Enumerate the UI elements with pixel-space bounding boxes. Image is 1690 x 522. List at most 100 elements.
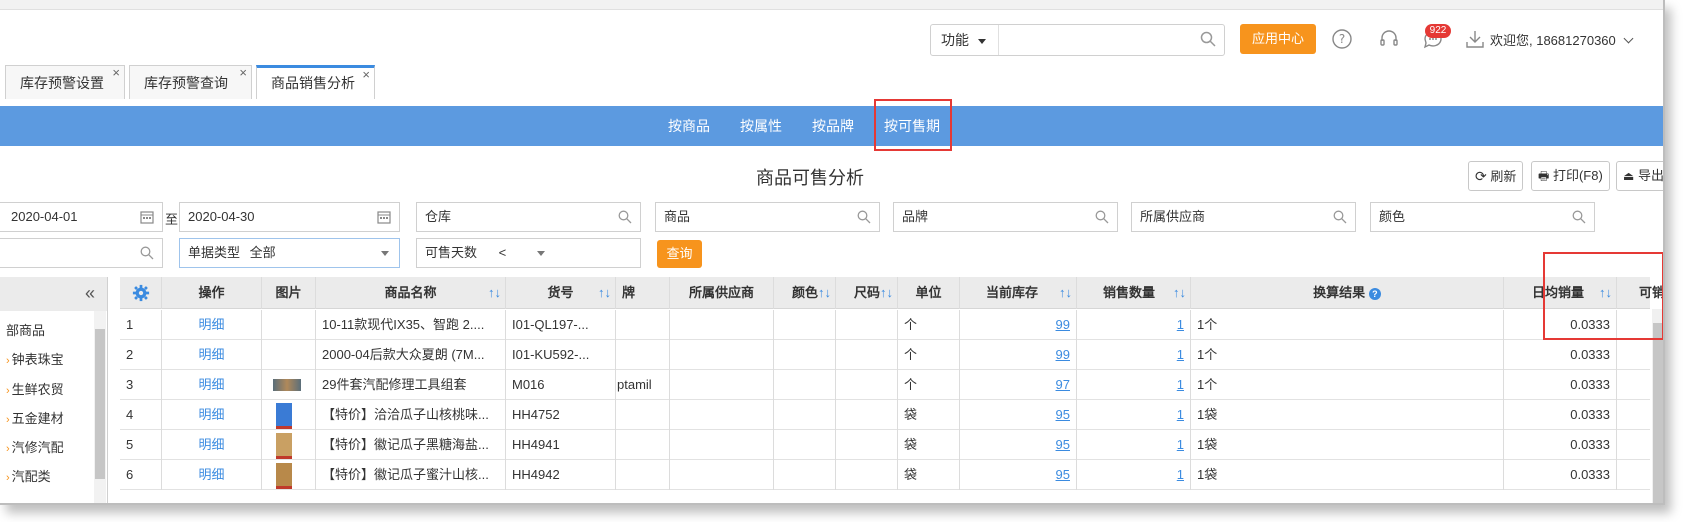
- export-button[interactable]: ⏏ 导出: [1616, 161, 1663, 191]
- function-search-box[interactable]: 功能: [930, 24, 1225, 56]
- brand-field[interactable]: 品牌: [893, 202, 1118, 232]
- table-row[interactable]: 6明细【特价】徽记瓜子蜜汁山核...HH4942袋9511袋0.03332850: [120, 460, 1650, 490]
- sidebar-item-fresh[interactable]: › 生鲜农贸: [6, 379, 64, 398]
- scrollbar-thumb[interactable]: [95, 329, 105, 479]
- close-icon[interactable]: ×: [239, 56, 247, 90]
- sales-qty-link[interactable]: 1: [1077, 460, 1191, 490]
- stock-link[interactable]: 95: [960, 400, 1077, 430]
- product-placeholder: 商品: [664, 209, 691, 224]
- detail-link[interactable]: 明细: [162, 460, 262, 490]
- sales-qty-link[interactable]: 1: [1077, 310, 1191, 340]
- sale-days-field[interactable]: 可售天数 <: [416, 238, 641, 268]
- app-center-button[interactable]: 应用中心: [1240, 24, 1316, 54]
- cell-conv: 1个: [1191, 370, 1504, 400]
- warehouse-field[interactable]: 仓库: [416, 202, 641, 232]
- col-stock[interactable]: 当前库存 ↑↓: [960, 277, 1077, 309]
- search-icon[interactable]: [1095, 210, 1109, 224]
- close-icon[interactable]: ×: [362, 60, 370, 90]
- detail-link[interactable]: 明细: [162, 310, 262, 340]
- table-row[interactable]: 1 明细 10-11款现代IX35、智跑 2.... I01-QL197-... 个 99…: [120, 310, 1650, 340]
- print-button[interactable]: 🖶 打印(F8): [1531, 161, 1610, 191]
- sidebar-item-auto-repair[interactable]: › 汽修汽配: [6, 437, 64, 456]
- search-icon[interactable]: [1572, 210, 1586, 224]
- col-color[interactable]: 颜色 ↑↓: [774, 277, 836, 309]
- sort-icon[interactable]: ↑↓: [488, 277, 501, 309]
- sort-icon[interactable]: ↑↓: [1173, 277, 1186, 309]
- sales-qty-link[interactable]: 1: [1077, 340, 1191, 370]
- stock-link[interactable]: 95: [960, 460, 1077, 490]
- sales-qty-link[interactable]: 1: [1077, 400, 1191, 430]
- search-icon[interactable]: [618, 210, 632, 224]
- table-row[interactable]: 4明细【特价】洽洽瓜子山核桃味...HH4752袋9511袋0.03332850: [120, 400, 1650, 430]
- calendar-icon[interactable]: [377, 210, 391, 224]
- product-thumbnail[interactable]: [276, 433, 292, 459]
- close-icon[interactable]: ×: [112, 56, 120, 90]
- sale-days-operator[interactable]: <: [499, 245, 507, 260]
- download-icon[interactable]: [1464, 28, 1486, 50]
- sort-icon[interactable]: ↑↓: [818, 277, 831, 309]
- sidebar-item-all-products[interactable]: 部商品: [6, 320, 45, 339]
- col-sales-qty[interactable]: 销售数量 ↑↓: [1077, 277, 1191, 309]
- sort-icon[interactable]: ↑↓: [1059, 277, 1072, 309]
- search-icon[interactable]: [140, 246, 154, 260]
- color-field[interactable]: 颜色: [1370, 202, 1595, 232]
- cell-size: [836, 340, 898, 370]
- supplier-field[interactable]: 所属供应商: [1131, 202, 1356, 232]
- keyword-field[interactable]: [0, 238, 163, 268]
- date-to-field[interactable]: 2020-04-30: [179, 202, 400, 232]
- tab-sales-analysis[interactable]: 商品销售分析 ×: [256, 65, 375, 99]
- calendar-icon[interactable]: [140, 210, 154, 224]
- stock-link[interactable]: 97: [960, 370, 1077, 400]
- detail-link[interactable]: 明细: [162, 430, 262, 460]
- table-row[interactable]: 2 明细 2000-04后款大众夏朗 (7M... I01-KU592-... 个 99 1…: [120, 340, 1650, 370]
- stock-link[interactable]: 99: [960, 340, 1077, 370]
- function-dropdown[interactable]: 功能: [931, 25, 999, 55]
- nav-by-brand[interactable]: 按品牌: [812, 106, 854, 146]
- nav-by-attribute[interactable]: 按属性: [740, 106, 782, 146]
- refresh-button[interactable]: ⟳ 刷新: [1468, 161, 1524, 191]
- stock-link[interactable]: 99: [960, 310, 1077, 340]
- tab-stock-warning-query[interactable]: 库存预警查询 ×: [129, 65, 252, 99]
- col-size[interactable]: 尺码 ↑↓: [836, 277, 898, 309]
- cell-no: 2: [120, 340, 162, 370]
- col-code[interactable]: 货号 ↑↓: [506, 277, 616, 309]
- help-icon[interactable]: ?: [1331, 28, 1353, 50]
- sidebar-scrollbar[interactable]: [94, 311, 106, 503]
- product-thumbnail[interactable]: [273, 379, 301, 391]
- sales-qty-link[interactable]: 1: [1077, 430, 1191, 460]
- search-icon[interactable]: [1333, 210, 1347, 224]
- sidebar-item-hardware[interactable]: › 五金建材: [6, 408, 64, 427]
- sales-qty-link[interactable]: 1: [1077, 370, 1191, 400]
- collapse-icon[interactable]: «: [85, 283, 95, 304]
- product-thumbnail[interactable]: [276, 463, 292, 489]
- settings-col[interactable]: [120, 277, 162, 309]
- tab-stock-warning-settings[interactable]: 库存预警设置 ×: [5, 65, 125, 99]
- sidebar-item-jewelry[interactable]: › 钟表珠宝: [6, 349, 64, 368]
- product-field[interactable]: 商品: [655, 202, 880, 232]
- sort-icon[interactable]: ↑↓: [880, 277, 893, 309]
- date-from-field[interactable]: 2020-04-01: [0, 202, 163, 232]
- sidebar-item-auto-parts[interactable]: › 汽配类: [6, 466, 51, 485]
- product-thumbnail[interactable]: [276, 403, 292, 429]
- table-row[interactable]: 3明细29件套汽配修理工具组套M016ptamil个9711个0.0333291…: [120, 370, 1650, 400]
- caret-down-icon: [537, 251, 545, 256]
- search-icon[interactable]: [857, 210, 871, 224]
- caret-right-icon: ›: [6, 385, 10, 397]
- cell-daily: 0.0333: [1504, 340, 1617, 370]
- gear-icon[interactable]: [132, 284, 150, 302]
- table-row[interactable]: 5明细【特价】徽记瓜子黑糖海盐...HH4941袋9511袋0.03332850: [120, 430, 1650, 460]
- detail-link[interactable]: 明细: [162, 340, 262, 370]
- help-icon[interactable]: ?: [1368, 287, 1381, 300]
- search-icon[interactable]: [1200, 31, 1216, 47]
- col-name[interactable]: 商品名称 ↑↓: [316, 277, 506, 309]
- detail-link[interactable]: 明细: [162, 370, 262, 400]
- doc-type-select[interactable]: 单据类型 全部: [179, 238, 400, 268]
- detail-link[interactable]: 明细: [162, 400, 262, 430]
- sort-icon[interactable]: ↑↓: [598, 277, 611, 309]
- nav-by-product[interactable]: 按商品: [668, 106, 710, 146]
- scrollbar-thumb[interactable]: [1653, 323, 1663, 503]
- headset-icon[interactable]: [1378, 28, 1400, 50]
- user-menu[interactable]: 欢迎您, 18681270360: [1490, 30, 1634, 49]
- stock-link[interactable]: 95: [960, 430, 1077, 460]
- query-button[interactable]: 查询: [657, 240, 702, 268]
